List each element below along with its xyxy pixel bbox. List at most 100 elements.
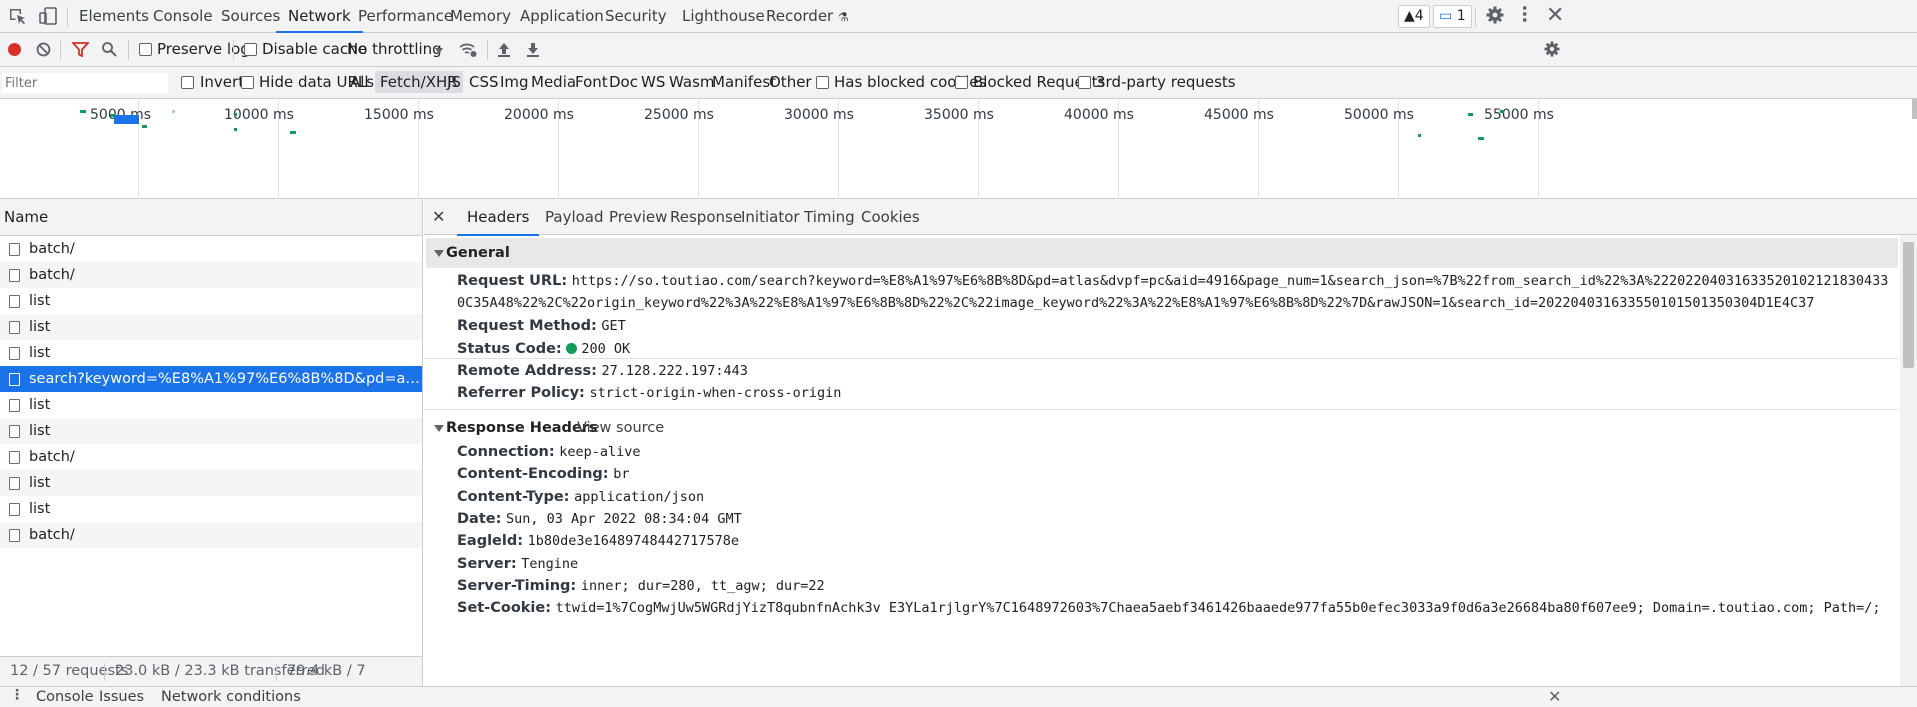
request-name: batch/: [29, 449, 75, 465]
network-overview-timeline[interactable]: 5000 ms 10000 ms 15000 ms 20000 ms 25000…: [0, 99, 1917, 199]
overview-scrollbar[interactable]: [1912, 99, 1917, 119]
drawer-tabbar: ⋮ Console Issues Network conditions ✕: [0, 686, 1917, 707]
tab-security[interactable]: Security: [605, 0, 667, 33]
drawer-tab-console[interactable]: Console: [36, 689, 94, 705]
preserve-log-checkbox[interactable]: [139, 43, 152, 56]
tab-network[interactable]: Network: [276, 0, 363, 33]
response-header-row: Server: Tengine: [457, 556, 578, 572]
type-filter-doc[interactable]: Doc: [609, 73, 638, 91]
response-headers-section-header[interactable]: Response Headers View source: [426, 413, 1898, 443]
overview-request-bar: [234, 128, 237, 131]
settings-gear-icon[interactable]: [1486, 6, 1504, 24]
file-icon: [9, 372, 20, 386]
tab-elements[interactable]: Elements: [79, 0, 149, 33]
import-har-icon[interactable]: [497, 41, 511, 57]
close-drawer-icon[interactable]: ✕: [1548, 687, 1561, 706]
network-settings-gear-icon[interactable]: [1544, 41, 1560, 57]
export-har-icon[interactable]: [526, 41, 540, 57]
filter-icon[interactable]: [72, 42, 89, 57]
type-filter-img[interactable]: Img: [500, 73, 529, 91]
inspect-element-icon[interactable]: [8, 7, 27, 26]
request-row[interactable]: list: [0, 314, 422, 340]
type-filter-all[interactable]: All: [350, 73, 369, 91]
record-icon[interactable]: [8, 43, 21, 56]
clear-icon[interactable]: [36, 42, 51, 57]
tab-sources[interactable]: Sources: [221, 0, 280, 33]
filter-input[interactable]: [2, 73, 168, 93]
request-row[interactable]: list: [0, 470, 422, 496]
request-row[interactable]: batch/: [0, 236, 422, 262]
file-icon: [9, 476, 20, 490]
type-filter-font[interactable]: Font: [575, 73, 608, 91]
response-header-row: Set-Cookie: ttwid=1%7CogMwjUw5WGRdjYizT8…: [457, 600, 1880, 616]
request-row[interactable]: search?keyword=%E8%A1%97%E6%8B%8D&pd=atl…: [0, 366, 422, 392]
type-filter-js[interactable]: JS: [447, 73, 461, 91]
drawer-tab-network-conditions[interactable]: Network conditions: [161, 689, 301, 705]
status-code-value: 200 OK: [581, 341, 631, 357]
tab-headers[interactable]: Headers: [456, 199, 540, 236]
request-row[interactable]: list: [0, 418, 422, 444]
tab-console[interactable]: Console: [153, 0, 213, 33]
devtools-tabbar: Elements Console Sources Network Perform…: [0, 0, 1917, 33]
close-details-icon[interactable]: ✕: [432, 199, 445, 235]
response-header-name: Server:: [457, 555, 517, 572]
details-scrollbar[interactable]: [1900, 235, 1917, 686]
message-icon: ▭: [1439, 8, 1453, 24]
type-filter-manifest[interactable]: Manifest: [712, 73, 776, 91]
chevron-down-icon[interactable]: [435, 48, 443, 54]
invert-checkbox[interactable]: [181, 76, 194, 89]
request-row[interactable]: list: [0, 496, 422, 522]
tab-initiator[interactable]: Initiator: [741, 199, 800, 235]
tab-response[interactable]: Response: [670, 199, 742, 235]
remote-address-label: Remote Address:: [457, 363, 597, 379]
view-source-link[interactable]: View source: [577, 413, 664, 443]
tab-memory[interactable]: Memory: [450, 0, 511, 33]
network-conditions-icon[interactable]: [458, 41, 478, 58]
messages-badge[interactable]: ▭ 1: [1433, 5, 1472, 28]
tab-preview[interactable]: Preview: [609, 199, 667, 235]
general-section-header[interactable]: General: [426, 238, 1898, 268]
request-row[interactable]: list: [0, 288, 422, 314]
request-url-row-cont: 0C35A48%22%2C%22origin_keyword%22%3A%22%…: [457, 295, 1814, 311]
tab-cookies[interactable]: Cookies: [861, 199, 920, 235]
blocked-requests-checkbox[interactable]: [955, 76, 968, 89]
drawer-menu-icon[interactable]: ⋮: [10, 687, 24, 703]
request-row[interactable]: batch/: [0, 522, 422, 548]
request-row[interactable]: list: [0, 392, 422, 418]
details-scrollbar-thumb[interactable]: [1903, 242, 1914, 368]
close-devtools-icon[interactable]: ✕: [1546, 3, 1564, 28]
request-row[interactable]: batch/: [0, 444, 422, 470]
overview-time-label: 40000 ms: [1064, 107, 1134, 123]
response-headers-title: Response Headers: [446, 420, 598, 436]
disable-cache-checkbox[interactable]: [244, 43, 257, 56]
tab-payload[interactable]: Payload: [545, 199, 604, 235]
type-filter-media[interactable]: Media: [531, 73, 576, 91]
type-filter-ws[interactable]: WS: [641, 73, 665, 91]
tab-recorder[interactable]: Recorder ⚗: [766, 0, 849, 33]
tab-timing[interactable]: Timing: [804, 199, 855, 235]
status-divider: [276, 663, 277, 681]
tabbar-divider-right: [1475, 7, 1476, 27]
file-icon: [9, 320, 20, 334]
device-toolbar-icon[interactable]: [39, 6, 58, 26]
has-blocked-cookies-checkbox[interactable]: [816, 76, 829, 89]
hide-data-urls-checkbox[interactable]: [241, 76, 254, 89]
tab-application[interactable]: Application: [520, 0, 604, 33]
type-filter-wasm[interactable]: Wasm: [669, 73, 715, 91]
tab-performance[interactable]: Performance: [358, 0, 453, 33]
type-filter-css[interactable]: CSS: [469, 73, 499, 91]
type-filter-other[interactable]: Other: [769, 73, 812, 91]
status-ok-icon: [566, 343, 578, 354]
request-row[interactable]: batch/: [0, 262, 422, 288]
request-row[interactable]: list: [0, 340, 422, 366]
search-icon[interactable]: [101, 41, 117, 57]
more-options-icon[interactable]: …: [1518, 5, 1539, 22]
third-party-checkbox[interactable]: [1078, 76, 1091, 89]
drawer-tab-issues[interactable]: Issues: [99, 689, 144, 705]
name-column-header[interactable]: Name: [0, 199, 422, 236]
tab-lighthouse[interactable]: Lighthouse: [682, 0, 765, 33]
file-icon: [9, 242, 20, 256]
overview-time-label: 15000 ms: [364, 107, 434, 123]
throttling-select[interactable]: No throttling: [347, 40, 442, 58]
warnings-badge[interactable]: ▲4: [1398, 5, 1430, 28]
